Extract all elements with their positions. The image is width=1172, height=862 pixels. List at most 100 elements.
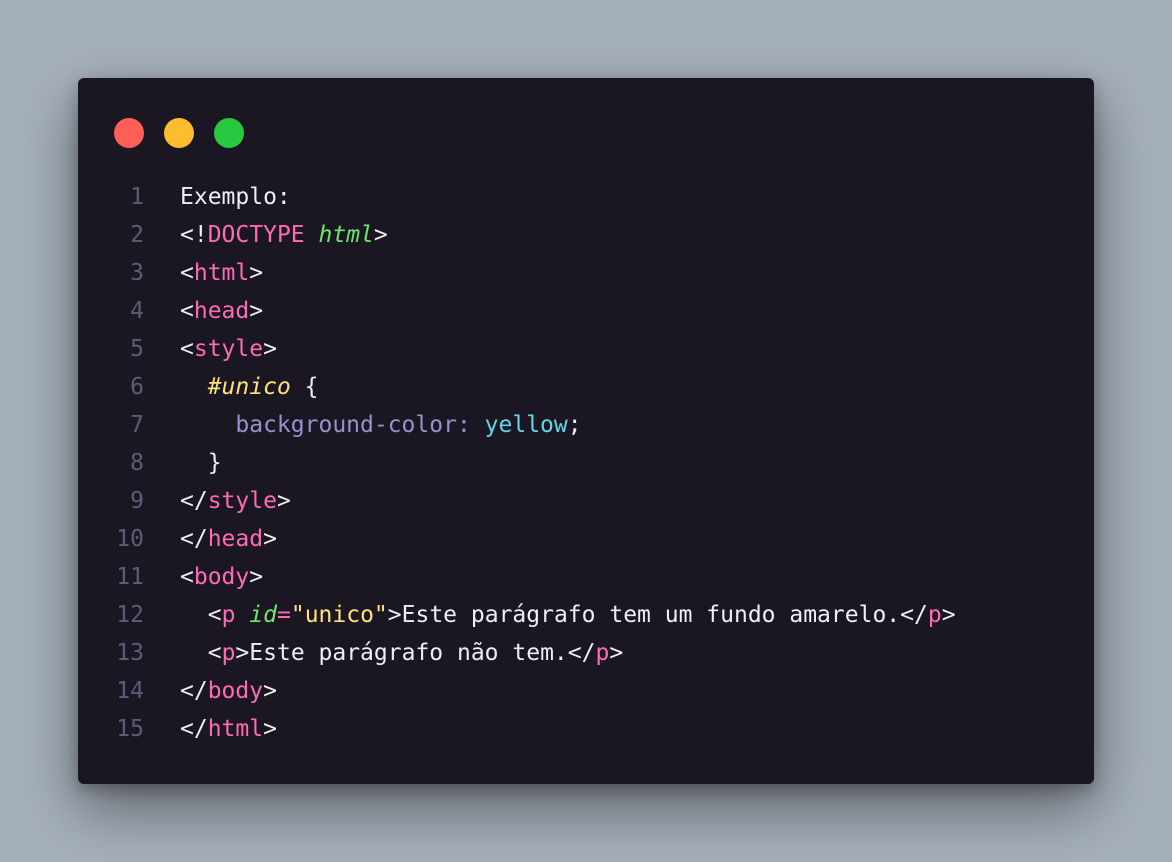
code-token-punct: > — [941, 602, 956, 628]
code-line: 1 Exemplo: — [78, 178, 1094, 216]
line-content: <p>Este parágrafo não tem.</p> — [180, 634, 624, 672]
code-token-tag: p — [221, 602, 236, 628]
code-token-punct: > — [249, 298, 264, 324]
code-token-punct: > — [263, 678, 277, 704]
code-token-punct: </ — [567, 640, 596, 666]
line-number: 6 — [130, 374, 144, 400]
code-token-value: yellow — [484, 412, 568, 438]
line-number: 11 — [116, 564, 144, 590]
code-token-tag: body — [193, 564, 250, 590]
code-token-punct: </ — [180, 488, 208, 514]
line-content: <body> — [180, 558, 263, 596]
code-token-plain: { — [290, 374, 319, 400]
minimize-dot-icon[interactable] — [164, 118, 194, 148]
code-token-tag: html — [207, 716, 264, 742]
line-number: 14 — [116, 678, 144, 704]
code-token-tag: head — [193, 298, 250, 324]
code-token-punct: < — [180, 564, 194, 590]
code-token-punct: < — [180, 298, 194, 324]
code-token-tag: style — [193, 336, 264, 362]
code-line: 15 </html> — [78, 710, 1094, 748]
code-line: 14 </body> — [78, 672, 1094, 710]
code-token-punct: < — [180, 260, 194, 286]
code-token-punct: </ — [180, 678, 208, 704]
code-window: 1 Exemplo: 2 <!DOCTYPE html> 3 <html> 4 <head> 5… — [78, 78, 1094, 784]
code-token-punct: > — [609, 640, 624, 666]
code-token-punct: > — [387, 602, 402, 628]
code-token-plain: Exemplo: — [180, 184, 291, 210]
code-token-equals: = — [276, 602, 291, 628]
code-line: 13 <p>Este parágrafo não tem.</p> — [78, 634, 1094, 672]
line-number: 15 — [116, 716, 144, 742]
code-line: 8 } — [78, 444, 1094, 482]
code-token-tag: head — [207, 526, 264, 552]
code-line: 7 background-color: yellow; — [78, 406, 1094, 444]
line-number: 3 — [130, 260, 144, 286]
code-line: 12 <p id="unico">Este parágrafo tem um f… — [78, 596, 1094, 634]
code-token-punct: > — [249, 260, 264, 286]
close-dot-icon[interactable] — [114, 118, 144, 148]
code-token-tag: body — [207, 678, 264, 704]
line-content: </head> — [180, 520, 277, 558]
line-content: <head> — [180, 292, 263, 330]
code-token-punct: <! — [180, 222, 208, 248]
code-token-punct: < — [180, 336, 194, 362]
line-number: 10 — [116, 526, 144, 552]
line-content: <p id="unico">Este parágrafo tem um fund… — [180, 596, 956, 634]
code-line: 6 #unico { — [78, 368, 1094, 406]
code-token-plain: ; — [567, 412, 582, 438]
maximize-dot-icon[interactable] — [214, 118, 244, 148]
code-token-punct: < — [207, 640, 222, 666]
code-token-tag: p — [927, 602, 942, 628]
line-number: 12 — [116, 602, 144, 628]
code-token-tag: p — [595, 640, 610, 666]
line-number: 1 — [130, 184, 144, 210]
code-token-plain: } — [207, 450, 222, 476]
window-controls — [114, 118, 244, 148]
code-token-punct: </ — [180, 716, 208, 742]
line-number: 2 — [130, 222, 144, 248]
line-content: background-color: yellow; — [180, 406, 582, 444]
code-token-text: Este parágrafo tem um fundo amarelo. — [401, 602, 901, 628]
code-token-tag: p — [221, 640, 236, 666]
code-token-attr: id — [249, 602, 277, 628]
code-line: 10 </head> — [78, 520, 1094, 558]
code-token-punct: </ — [900, 602, 928, 628]
code-token-punct: < — [207, 602, 222, 628]
code-line: 4 <head> — [78, 292, 1094, 330]
line-number: 9 — [130, 488, 144, 514]
line-number: 8 — [130, 450, 144, 476]
line-content: <html> — [180, 254, 263, 292]
code-token-punct: > — [235, 640, 250, 666]
code-token-doctype-arg: html — [318, 222, 374, 248]
code-token-string: "unico" — [290, 602, 388, 628]
code-token-punct: > — [263, 336, 277, 362]
code-block: 1 Exemplo: 2 <!DOCTYPE html> 3 <html> 4 <head> 5… — [78, 178, 1094, 748]
code-token-selector: #unico — [207, 374, 291, 400]
code-token-keyword: DOCTYPE — [207, 222, 305, 248]
code-token-punct: > — [373, 222, 388, 248]
line-number: 4 — [130, 298, 144, 324]
code-token-tag: style — [207, 488, 277, 514]
code-token-punct: > — [249, 564, 264, 590]
code-token-text: Este parágrafo não tem. — [249, 640, 568, 666]
code-token-tag: html — [193, 260, 250, 286]
code-token-punct: > — [263, 526, 277, 552]
line-number: 7 — [130, 412, 144, 438]
line-content: #unico { — [180, 368, 319, 406]
code-token-property: background-color: — [235, 412, 471, 438]
line-content: </body> — [180, 672, 277, 710]
line-content: </html> — [180, 710, 277, 748]
line-number: 5 — [130, 336, 144, 362]
code-token-punct: > — [276, 488, 291, 514]
line-content: } — [180, 444, 222, 482]
code-token-punct: > — [263, 716, 277, 742]
